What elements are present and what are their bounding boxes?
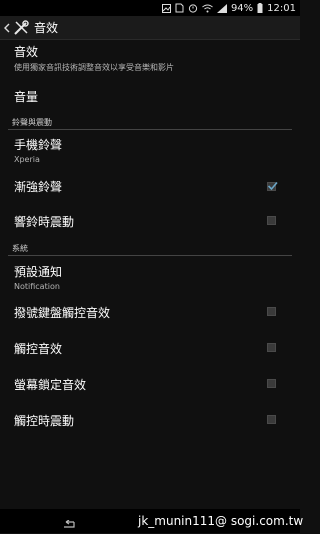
list-item-dial-pad-tones[interactable]: 撥號鍵盤觸控音效	[0, 304, 300, 321]
wifi-icon	[202, 4, 213, 13]
section-title: 鈴聲與震動	[12, 118, 52, 127]
list-item-title: 音量	[14, 90, 39, 104]
signal-icon	[216, 3, 227, 13]
battery-level: 94%	[230, 2, 254, 14]
list-item-sound-effects[interactable]: 音效 使用獨家音訊技術調整音效以享受音樂和影片	[0, 43, 300, 73]
list-item-title: 螢幕鎖定音效	[14, 378, 87, 392]
list-item-title: 手機鈴聲	[14, 138, 63, 152]
sim-icon	[175, 3, 184, 13]
checkmark-icon	[267, 181, 278, 191]
list-item-title: 觸控音效	[14, 342, 63, 356]
back-icon[interactable]	[2, 23, 12, 33]
watermark: jk_munin111@ sogi.com.tw	[138, 514, 304, 528]
clock: 12:01	[267, 2, 296, 14]
battery-icon	[257, 3, 263, 13]
list-item-ringtone[interactable]: 手機鈴聲 Xperia	[0, 136, 300, 164]
list-item-ascending-ringtone[interactable]: 漸強鈴聲	[0, 178, 300, 195]
action-bar: 音效	[0, 16, 300, 40]
list-item-title: 撥號鍵盤觸控音效	[14, 306, 111, 320]
section-header-system: 系統	[0, 243, 300, 256]
section-title: 系統	[12, 244, 28, 253]
list-item-subtitle: Notification	[14, 282, 60, 291]
checkbox-vibrate-on-ring[interactable]	[267, 216, 276, 225]
section-divider	[8, 129, 292, 130]
status-bar: 94% 12:01	[0, 0, 300, 16]
section-header-ringtone-vibration: 鈴聲與震動	[0, 117, 300, 130]
list-item-title: 音效	[14, 45, 39, 59]
list-item-vibrate-on-ring[interactable]: 響鈴時震動	[0, 213, 300, 230]
list-item-screen-lock-sound[interactable]: 螢幕鎖定音效	[0, 376, 300, 393]
list-item-touch-sounds[interactable]: 觸控音效	[0, 340, 300, 357]
list-item-subtitle: Xperia	[14, 155, 40, 164]
list-item-title: 觸控時震動	[14, 414, 75, 428]
checkbox-ascending-ringtone[interactable]	[267, 181, 278, 191]
image-icon	[161, 3, 171, 13]
checkbox-touch-sounds[interactable]	[267, 343, 276, 352]
list-item-volume[interactable]: 音量	[0, 88, 300, 105]
list-item-vibrate-on-touch[interactable]: 觸控時震動	[0, 412, 300, 429]
checkbox-vibrate-on-touch[interactable]	[267, 415, 276, 424]
alarm-icon	[188, 3, 198, 13]
list-item-subtitle: 使用獨家音訊技術調整音效以享受音樂和影片	[14, 63, 174, 72]
section-divider	[8, 255, 292, 256]
list-item-title: 漸強鈴聲	[14, 180, 63, 194]
checkbox-screen-lock-sound[interactable]	[267, 379, 276, 388]
list-item-title: 響鈴時震動	[14, 215, 75, 229]
list-item-default-notification[interactable]: 預設通知 Notification	[0, 263, 300, 291]
wrench-screwdriver-icon[interactable]	[12, 19, 30, 37]
nav-back-icon[interactable]	[60, 515, 76, 534]
list-item-title: 預設通知	[14, 265, 63, 279]
checkbox-dial-pad-tones[interactable]	[267, 307, 276, 316]
page-title: 音效	[34, 21, 59, 35]
